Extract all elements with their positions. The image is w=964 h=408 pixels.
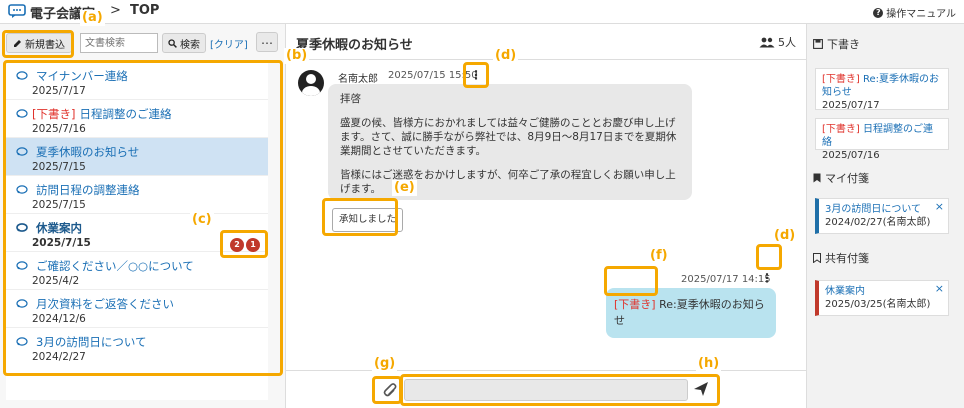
annotation-box-a [2,30,74,58]
annotation-label-h: (h) [696,356,722,372]
annotation-box-e [322,198,398,236]
close-icon[interactable]: × [935,282,944,295]
bookmark-outline-icon [813,253,821,263]
annotation-label-f: (f) [648,248,670,264]
annotation-box-g [372,376,402,404]
message-paragraph: 盛夏の候、皆様方におかれましては益々ご健勝のこととお慶び申し上げます。さて、誠に… [340,117,677,157]
annotation-label-d2: (d) [772,228,798,244]
avatar [298,70,324,96]
chat-app-icon [8,4,26,18]
member-count[interactable]: 5人 [759,34,796,50]
annotation-box-f [604,266,658,296]
conversation-title: 夏季休暇のお知らせ [296,38,413,53]
drafts-heading-label: 下書き [827,38,860,51]
annotation-label-e: (e) [392,180,417,196]
annotation-box-h [400,374,720,406]
breadcrumb-separator: > [110,3,121,18]
conversation-header: 夏季休暇のお知らせ 5人 [286,24,806,60]
draft-tag: [下書き] [614,298,656,311]
draft-tag: [下書き] [822,124,860,135]
shared-tags-heading-label: 共有付箋 [825,252,869,265]
shared-tag-card[interactable]: × 休業案内 2025/03/25(名南太郎) [815,280,949,316]
draft-card[interactable]: [下書き] 日程調整のご連絡 2025/07/16 [815,118,949,161]
annotation-box-d2 [756,244,782,270]
draft-tag: [下書き] [822,74,860,85]
clear-link[interactable]: [クリア] [210,36,248,51]
shared-tags-heading: 共有付箋 [813,250,869,266]
tag-meta: 2025/03/25(名南太郎) [825,299,931,310]
annotation-label-b: (b) [284,48,310,64]
annotation-label-c: (c) [190,212,214,228]
tag-title: 休業案内 [825,286,865,297]
search-button-label: 検索 [180,39,200,51]
my-tags-heading-label: マイ付箋 [825,172,869,185]
top-bar: 電子会議室 > TOP ? 操作マニュアル [0,0,964,24]
more-options-button[interactable]: … [256,32,278,52]
message-menu-icon[interactable]: ⋮ [760,270,774,286]
search-button[interactable]: 検索 [162,33,206,53]
sender-name: 名南太郎 [338,74,378,85]
question-icon: ? [873,7,884,18]
member-count-label: 5人 [778,36,796,49]
help-label: 操作マニュアル [886,9,956,20]
annotation-label-a: (a) [80,10,105,26]
message-paragraph: 拝啓 [340,93,361,105]
draft-card[interactable]: [下書き] Re:夏季休暇のお知らせ 2025/07/17 [815,68,949,111]
help-manual-link[interactable]: ? 操作マニュアル [873,5,956,20]
members-icon [759,37,775,47]
annotation-box-b [3,60,283,376]
annotation-label-d1: (d) [493,48,519,64]
close-icon[interactable]: × [935,200,944,213]
search-icon [168,38,177,48]
message-time: 2025/07/17 14:15 [681,274,771,285]
save-icon [813,39,823,49]
annotation-label-g: (g) [372,356,398,372]
breadcrumb-top: TOP [130,3,160,18]
document-search-input[interactable] [80,33,158,53]
draft-date: 2025/07/17 [822,100,880,111]
my-tag-card[interactable]: × 3月の訪問日について 2024/02/27(名南太郎) [815,198,949,234]
message-paragraph: 皆様にはご迷惑をおかけしますが、何卒ご了承の程宜しくお願い申し上げます。 [340,169,676,195]
drafts-heading: 下書き [813,36,860,52]
annotation-box-d1 [463,62,489,88]
my-tags-heading: マイ付箋 [813,170,869,186]
annotation-box-c [220,230,268,258]
tag-meta: 2024/02/27(名南太郎) [825,217,931,228]
incoming-message-bubble: 拝啓 盛夏の候、皆様方におかれましては益々ご健勝のこととお慶び申し上げます。さて… [328,84,692,200]
side-panel: 下書き [下書き] Re:夏季休暇のお知らせ 2025/07/17 [下書き] … [806,24,964,408]
tag-title: 3月の訪問日について [825,204,922,215]
bookmark-icon [813,173,821,183]
draft-date: 2025/07/16 [822,150,880,161]
